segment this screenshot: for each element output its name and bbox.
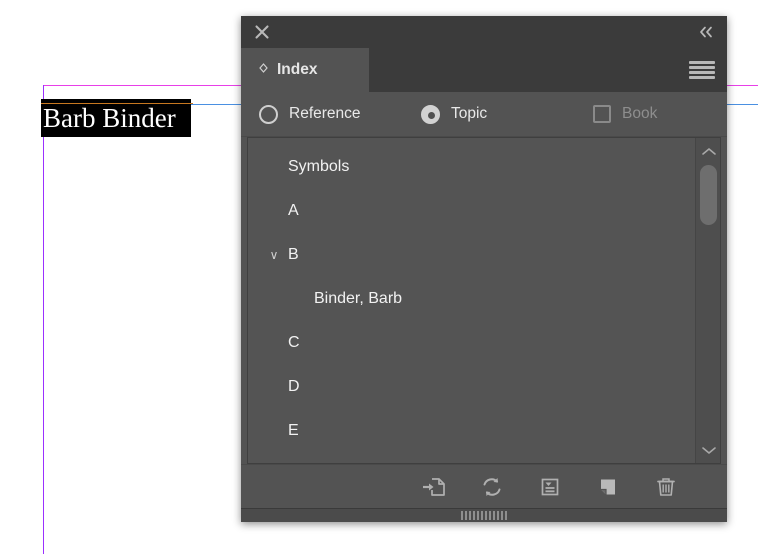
index-entry-list-rows: Symbols A ∨ B Binder, Barb C D E <box>248 138 695 463</box>
list-item[interactable]: E <box>248 409 695 453</box>
tab-grip-icon <box>258 62 269 78</box>
list-item[interactable]: Binder, Barb <box>248 277 695 321</box>
tab-index[interactable]: Index <box>241 48 369 92</box>
list-item[interactable]: Symbols <box>248 145 695 189</box>
option-reference[interactable]: Reference <box>259 104 421 124</box>
index-panel-toolbar <box>241 464 727 508</box>
book-checkbox-icon[interactable] <box>593 105 611 123</box>
scroll-up-icon[interactable] <box>696 140 720 162</box>
disclosure-icon[interactable]: ∨ <box>264 248 284 262</box>
new-entry-from-selection-icon[interactable] <box>421 474 447 500</box>
option-book-label: Book <box>622 105 658 122</box>
index-panel[interactable]: Index Reference Topic Book Symbols A ∨ B… <box>241 16 727 522</box>
list-item-label: A <box>288 202 299 219</box>
delete-entry-icon[interactable] <box>653 474 679 500</box>
topic-radio-icon[interactable] <box>421 104 440 124</box>
document-text[interactable]: Barb Binder <box>41 99 193 137</box>
panel-tab-row: Index <box>241 48 727 92</box>
panel-footer <box>241 508 727 522</box>
list-item-label: Binder, Barb <box>314 290 403 307</box>
panel-menu-icon[interactable] <box>689 61 715 79</box>
list-item-label: D <box>288 378 300 395</box>
option-topic[interactable]: Topic <box>421 104 593 124</box>
list-item[interactable]: C <box>248 321 695 365</box>
generate-index-icon[interactable] <box>537 474 563 500</box>
list-item[interactable]: A <box>248 189 695 233</box>
index-mode-options: Reference Topic Book <box>241 92 727 137</box>
new-entry-icon[interactable] <box>595 474 621 500</box>
list-item-label: C <box>288 334 300 351</box>
option-reference-label: Reference <box>289 105 361 122</box>
list-item-label: Symbols <box>288 158 350 175</box>
list-item[interactable]: D <box>248 365 695 409</box>
resize-grip[interactable] <box>461 511 507 520</box>
guide-vertical-left-margin <box>43 85 44 554</box>
list-item[interactable]: ∨ B <box>248 233 695 277</box>
option-book[interactable]: Book <box>593 105 657 123</box>
scroll-down-icon[interactable] <box>696 439 720 461</box>
panel-titlebar <box>241 16 727 48</box>
close-icon[interactable] <box>252 22 272 42</box>
scrollbar-thumb[interactable] <box>700 165 717 225</box>
list-item-label: E <box>288 422 299 439</box>
index-entry-list[interactable]: Symbols A ∨ B Binder, Barb C D E <box>247 137 721 464</box>
reference-radio-icon[interactable] <box>259 104 278 124</box>
update-preview-icon[interactable] <box>479 474 505 500</box>
list-scrollbar[interactable] <box>695 138 720 463</box>
option-topic-label: Topic <box>451 105 488 122</box>
list-item-label: B <box>288 246 299 263</box>
collapse-panel-icon[interactable] <box>695 22 717 42</box>
tab-index-label: Index <box>277 61 318 78</box>
